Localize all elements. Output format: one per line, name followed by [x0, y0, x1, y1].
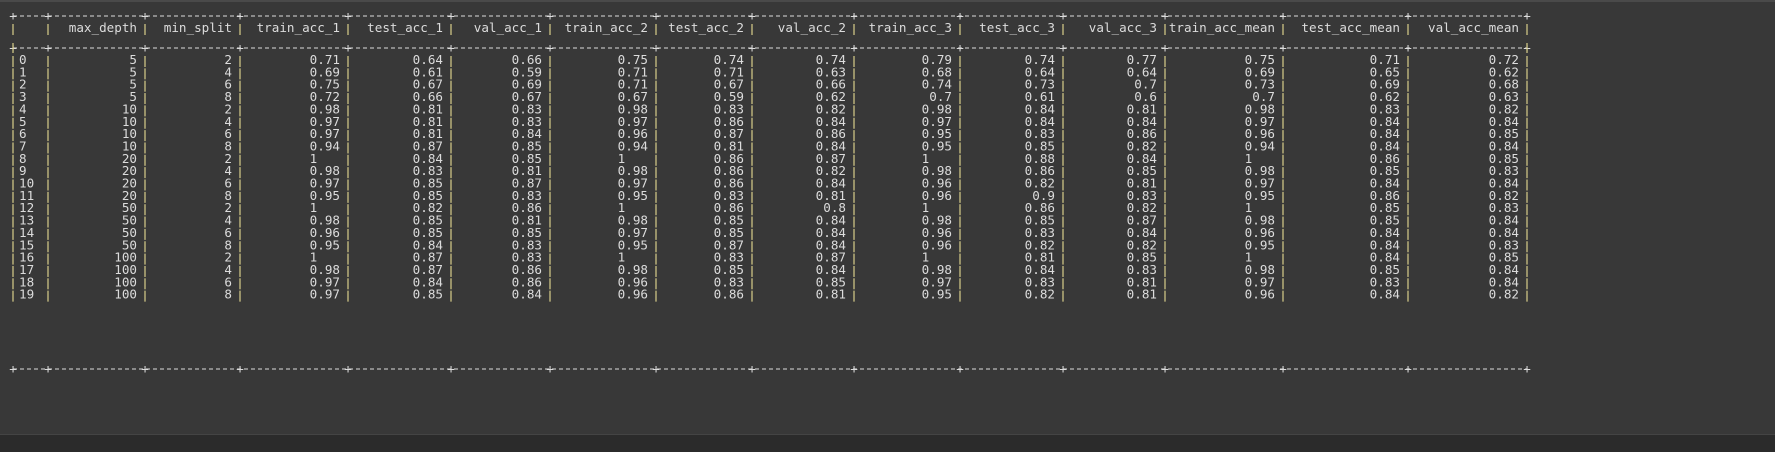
column-header-val-acc-1: val_acc_1 [474, 20, 542, 35]
table-row: 17 100 4 0.98 0.87 0.86 0.98 0.85 0.84 0.98 0.84 0.… [19, 262, 1519, 277]
table-row: 10 20 6 0.97 0.85 0.87 0.97 0.86 0.84 0.96 0.82 0.8… [19, 176, 1519, 191]
table-corner-plus: + [344, 40, 352, 55]
table-corner-plus: + [1279, 8, 1287, 23]
table-row: 2 5 6 0.75 0.67 0.69 0.71 0.67 0.66 0.74 0.73 0.7 0.… [19, 77, 1519, 92]
table-row: 8 20 2 1 0.84 0.85 1 0.86 0.87 1 0.88 0.84 1 0.86 0.85 [19, 151, 1519, 166]
table-corner-plus: + [956, 40, 964, 55]
table-row: 16 100 2 1 0.87 0.83 1 0.83 0.87 1 0.81 0.85 1 0.84 0.… [19, 250, 1519, 265]
results-table: + + + + + + + + + + + + + + + + + + + + + + + + + + + + + + + + + + + + + + + +… [9, 8, 1531, 376]
table-row: 19 100 8 0.97 0.85 0.84 0.96 0.86 0.81 0.95 0.82 0.… [19, 287, 1519, 302]
column-header-train-acc-2: train_acc_2 [565, 20, 648, 35]
column-header-min-split: min_split [164, 20, 232, 35]
table-corner-plus: + [652, 361, 660, 376]
table-row: 13 50 4 0.98 0.85 0.81 0.98 0.85 0.84 0.98 0.85 0.8… [19, 213, 1519, 228]
output-console: + + + + + + + + + + + + + + + + + + + + + + + + + + + + + + + + + + + + + + + +… [0, 2, 1775, 434]
column-header-train-acc-3: train_acc_3 [869, 20, 952, 35]
column-header-test-acc-3: test_acc_3 [979, 20, 1055, 35]
cell-train-acc-1: 0.97 [310, 287, 340, 302]
table-row: 9 20 4 0.98 0.83 0.81 0.98 0.86 0.82 0.98 0.86 0.85… [19, 163, 1519, 178]
table-corner-plus: + [1161, 361, 1169, 376]
table-corner-plus: + [1404, 361, 1412, 376]
table-corner-plus: + [1059, 8, 1067, 23]
cell-train-acc-2: 0.96 [618, 287, 648, 302]
table-corner-plus: + [9, 8, 17, 23]
row-index-cell: 19 [19, 287, 34, 302]
table-corner-plus: + [236, 8, 244, 23]
table-corner-plus: + [236, 361, 244, 376]
table-row: 3 5 8 0.72 0.66 0.67 0.67 0.59 0.62 0.7 0.61 0.6 0.7… [19, 89, 1519, 104]
table-corner-plus: + [447, 8, 455, 23]
table-corner-plus: + [850, 40, 858, 55]
column-header-test-acc-mean: test_acc_mean [1301, 20, 1400, 35]
table-row: 0 5 2 0.71 0.64 0.66 0.75 0.74 0.74 0.79 0.74 0.77 0… [19, 52, 1519, 67]
table-row: 7 10 8 0.94 0.87 0.85 0.94 0.81 0.84 0.95 0.85 0.82… [19, 138, 1519, 153]
table-corner-plus: + [748, 8, 756, 23]
table-corner-plus: + [344, 8, 352, 23]
table-corner-plus: + [850, 361, 858, 376]
table-corner-plus: + [546, 40, 554, 55]
table-corner-plus: + [344, 361, 352, 376]
table-row: 14 50 6 0.96 0.85 0.85 0.97 0.85 0.84 0.96 0.83 0.8… [19, 225, 1519, 240]
column-header-train-acc-mean: train_acc_mean [1169, 20, 1275, 35]
table-row: 11 20 8 0.95 0.85 0.83 0.95 0.83 0.81 0.96 0.9 0.83… [19, 188, 1519, 203]
table-corner-plus: + [956, 361, 964, 376]
table-row: 15 50 8 0.95 0.84 0.83 0.95 0.87 0.84 0.96 0.82 0.8… [19, 237, 1519, 252]
table-corner-plus: + [44, 361, 52, 376]
column-header-val-acc-3: val_acc_3 [1089, 20, 1157, 35]
table-corner-plus: + [546, 8, 554, 23]
table-corner-plus: + [44, 8, 52, 23]
cell-min-split: 8 [224, 287, 232, 302]
cell-train-acc-mean: 0.96 [1245, 287, 1275, 302]
table-corner-plus: + [1279, 361, 1287, 376]
cell-test-acc-mean: 0.84 [1370, 287, 1400, 302]
column-header-test-acc-1: test_acc_1 [367, 20, 443, 35]
table-corner-plus: + [748, 361, 756, 376]
column-header-train-acc-1: train_acc_1 [257, 20, 340, 35]
table-corner-plus: + [9, 361, 17, 376]
output-scroll-area[interactable] [0, 434, 1775, 452]
table-corner-plus: + [546, 361, 554, 376]
table-corner-plus: + [141, 40, 149, 55]
table-corner-plus: + [1279, 40, 1287, 55]
cell-train-acc-3: 0.95 [922, 287, 952, 302]
table-corner-plus: + [748, 40, 756, 55]
table-corner-plus: + [1523, 361, 1531, 376]
table-row: 12 50 2 1 0.82 0.86 1 0.86 0.8 1 0.86 0.82 1 0.85 0.83 [19, 200, 1519, 215]
table-corner-plus: + [1404, 8, 1412, 23]
table-corner-plus: + [1059, 361, 1067, 376]
cell-val-acc-2: 0.81 [816, 287, 846, 302]
column-header-val-acc-mean: val_acc_mean [1428, 20, 1519, 35]
table-corner-plus: + [236, 40, 244, 55]
cell-max-depth: 100 [114, 287, 137, 302]
table-corner-plus: + [956, 8, 964, 23]
table-corner-plus: + [1404, 40, 1412, 55]
table-row: 5 10 4 0.97 0.81 0.83 0.97 0.86 0.84 0.97 0.84 0.84… [19, 114, 1519, 129]
table-corner-plus: + [44, 40, 52, 55]
table-corner-plus: + [1161, 40, 1169, 55]
column-header-val-acc-2: val_acc_2 [778, 20, 846, 35]
table-corner-plus: + [141, 361, 149, 376]
cell-val-acc-1: 0.84 [512, 287, 542, 302]
table-row: 4 10 2 0.98 0.81 0.83 0.98 0.83 0.82 0.98 0.84 0.81… [19, 101, 1519, 116]
cell-test-acc-3: 0.82 [1025, 287, 1055, 302]
table-corner-plus: + [447, 40, 455, 55]
cell-val-acc-mean: 0.82 [1489, 287, 1519, 302]
column-header-max-depth: max_depth [69, 20, 137, 35]
cell-val-acc-3: 0.81 [1127, 287, 1157, 302]
table-row: 1 5 4 0.69 0.61 0.59 0.71 0.71 0.63 0.68 0.64 0.64 0… [19, 64, 1519, 79]
table-corner-plus: + [447, 361, 455, 376]
table-corner-plus: + [850, 8, 858, 23]
cell-test-acc-1: 0.85 [413, 287, 443, 302]
table-corner-plus: + [1059, 40, 1067, 55]
cell-test-acc-2: 0.86 [714, 287, 744, 302]
column-header-test-acc-2: test_acc_2 [668, 20, 744, 35]
table-corner-plus: + [652, 40, 660, 55]
table-corner-plus: + [1523, 8, 1531, 23]
table-corner-plus: + [652, 8, 660, 23]
table-row: 18 100 6 0.97 0.84 0.86 0.96 0.83 0.85 0.97 0.83 0.… [19, 274, 1519, 289]
table-row: 6 10 6 0.97 0.81 0.84 0.96 0.87 0.86 0.95 0.83 0.86… [19, 126, 1519, 141]
table-corner-plus: + [141, 8, 149, 23]
